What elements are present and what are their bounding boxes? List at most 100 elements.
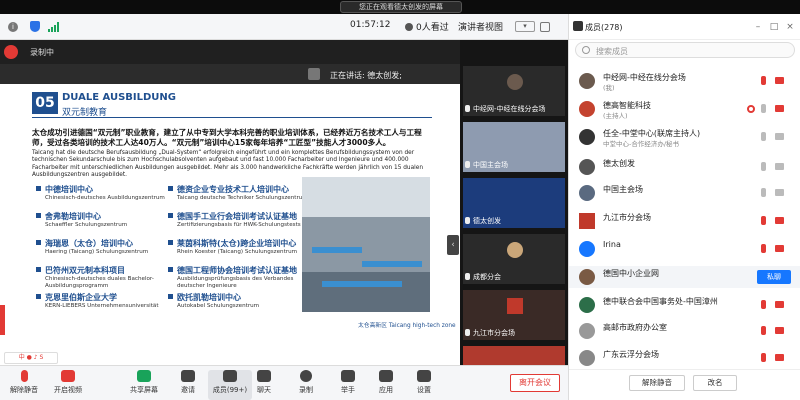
video-column: 中经网-中经在线分会场 中国主会场 德太创发 成都分会 九江市分会场: [460, 40, 568, 365]
mic-icon[interactable]: [761, 216, 766, 225]
ime-toolbar[interactable]: 中 ● ♪ S: [4, 352, 58, 364]
camera-icon[interactable]: [775, 133, 784, 140]
camera-icon[interactable]: [775, 163, 784, 170]
camera-icon[interactable]: [775, 217, 784, 224]
members-panel: 成员(278) – □ × 搜索成员 中经网-中经在线分会场 (我) 德高智能科技…: [568, 14, 800, 400]
camera-icon[interactable]: [775, 77, 784, 84]
list-item: 德资企业专业技术工人培训中心 Taicang deutsche Techniker…: [168, 184, 308, 202]
camera-icon[interactable]: [775, 245, 784, 252]
collapse-arrow-icon[interactable]: ‹: [447, 235, 459, 255]
layout-dropdown[interactable]: ▾: [515, 21, 535, 32]
slide-title-en: DUALE AUSBILDUNG: [62, 92, 177, 103]
popout-icon[interactable]: □: [769, 22, 779, 32]
share-screen-button[interactable]: 共享屏幕: [122, 370, 166, 400]
record-indicator-icon[interactable]: [4, 45, 18, 59]
list-item: 巴符州双元制本科项目 Chinesisch-deutsches duales Ba…: [36, 265, 166, 289]
member-row[interactable]: Irina: [569, 238, 800, 260]
mic-icon[interactable]: [761, 76, 766, 85]
video-tile[interactable]: 德太创发: [463, 178, 565, 228]
settings-button[interactable]: 设置: [402, 370, 446, 400]
camera-icon[interactable]: [775, 301, 784, 308]
member-row[interactable]: 任全-中堂中心(联席主持人) 中堂中心-合作经济办/秘书: [569, 126, 800, 148]
avatar: [579, 241, 595, 257]
shield-icon[interactable]: [30, 21, 40, 32]
avatar: [579, 350, 595, 366]
member-row[interactable]: 九江市分会场: [569, 210, 800, 232]
record-icon: [300, 370, 312, 382]
members-icon: [223, 370, 237, 382]
record-button[interactable]: 录制: [284, 370, 328, 400]
info-icon[interactable]: i: [8, 22, 18, 32]
member-search[interactable]: 搜索成员: [575, 42, 795, 58]
mic-icon[interactable]: [761, 244, 766, 253]
leave-meeting-button[interactable]: 离开会议: [510, 374, 560, 392]
members-panel-header: 成员(278) – □ ×: [569, 14, 800, 40]
mic-icon[interactable]: [761, 300, 766, 309]
slide-intro-cn: 太仓成功引进德国“双元制”职业教育，建立了从中专到大学本科完善的职业培训体系，已…: [32, 128, 422, 147]
search-placeholder: 搜索成员: [596, 47, 628, 56]
mic-icon[interactable]: [761, 353, 766, 362]
share-screen-icon: [137, 370, 151, 382]
meeting-timer: 01:57:12: [350, 20, 391, 30]
list-item: 德国手工业行会培训考试认证基地 Zertifizierungsbasis für …: [168, 211, 308, 229]
member-row[interactable]: 高邮市政府办公室: [569, 320, 800, 342]
members-icon: [573, 21, 583, 31]
speaking-label: 正在讲话: 德太创发;: [330, 71, 402, 80]
avatar: [579, 101, 595, 117]
recording-bar: 录制中: [0, 40, 460, 64]
member-row[interactable]: 德高智能科技 (主持人): [569, 98, 800, 120]
mic-icon[interactable]: [761, 162, 766, 171]
members-title: 成员(278): [585, 23, 623, 32]
shared-screen-area: 录制中 正在讲话: 德太创发; 05 DUALE AUSBILDUNG 双元制教…: [0, 40, 460, 365]
watching-banner[interactable]: 您正在观看德太创发的屏幕: [340, 1, 462, 13]
close-icon[interactable]: ×: [785, 22, 795, 32]
side-handle[interactable]: [0, 305, 5, 335]
camera-icon[interactable]: [775, 327, 784, 334]
signal-icon[interactable]: [48, 22, 59, 32]
mic-icon[interactable]: [761, 104, 766, 113]
member-row[interactable]: 广东云浮分会场: [569, 347, 800, 367]
invite-icon: [181, 370, 195, 382]
chat-button[interactable]: 聊天: [242, 370, 286, 400]
start-video-button[interactable]: 开启视频: [46, 370, 90, 400]
view-mode-selector[interactable]: 演讲者视图: [458, 20, 503, 33]
video-tile[interactable]: 中经网-中经在线分会场: [463, 66, 565, 116]
minimize-icon[interactable]: –: [753, 22, 763, 32]
avatar: [579, 323, 595, 339]
avatar: [579, 213, 595, 229]
slide-divider: [32, 117, 432, 118]
avatar: [507, 74, 523, 90]
bottom-toolbar: 解除静音 开启视频 共享屏幕 邀请 成员(99+) 聊天 录制 举手 应用 设置…: [0, 365, 568, 400]
avatar: [579, 185, 595, 201]
chat-icon: [257, 370, 271, 382]
video-tile[interactable]: 九江市分会场: [463, 290, 565, 340]
unmute-button[interactable]: 解除静音: [2, 370, 46, 400]
camera-icon[interactable]: [775, 105, 784, 112]
list-item: 德国工程师协会培训考试认证基地 Ausbildungsprüfungsbasis …: [168, 265, 308, 289]
rename-button[interactable]: 改名: [693, 375, 737, 391]
photo-caption: 太仓高新区 Taicang high-tech zone: [358, 323, 456, 329]
viewers-count[interactable]: 0人看过: [405, 20, 449, 33]
speaker-avatar: [308, 68, 320, 80]
invite-button[interactable]: 邀请: [166, 370, 210, 400]
mic-icon[interactable]: [761, 326, 766, 335]
private-chat-button[interactable]: 私聊: [757, 270, 791, 284]
presentation-slide: 05 DUALE AUSBILDUNG 双元制教育 太仓成功引进德国“双元制”职…: [0, 84, 460, 365]
member-row[interactable]: 中国主会场: [569, 182, 800, 204]
fullscreen-icon[interactable]: [540, 22, 550, 32]
speaking-bar: 正在讲话: 德太创发;: [0, 64, 460, 84]
video-tile[interactable]: 成都分会: [463, 234, 565, 284]
member-row[interactable]: 德国中小企业网 私聊: [569, 266, 800, 288]
member-row[interactable]: 德中联合会中国事务处-中国漳州: [569, 294, 800, 316]
mic-icon[interactable]: [761, 188, 766, 197]
video-tile[interactable]: 中国主会场: [463, 122, 565, 172]
camera-icon[interactable]: [775, 354, 784, 361]
camera-icon[interactable]: [775, 189, 784, 196]
mic-icon[interactable]: [761, 132, 766, 141]
meeting-window: 您正在观看德太创发的屏幕 i 01:57:12 0人看过 演讲者视图 ▾ 录制中…: [0, 0, 800, 400]
video-tile[interactable]: [463, 346, 565, 365]
member-row[interactable]: 德太创发: [569, 156, 800, 178]
apps-icon: [379, 370, 393, 382]
unmute-all-button[interactable]: 解除静音: [629, 375, 685, 391]
member-row[interactable]: 中经网-中经在线分会场 (我): [569, 70, 800, 92]
